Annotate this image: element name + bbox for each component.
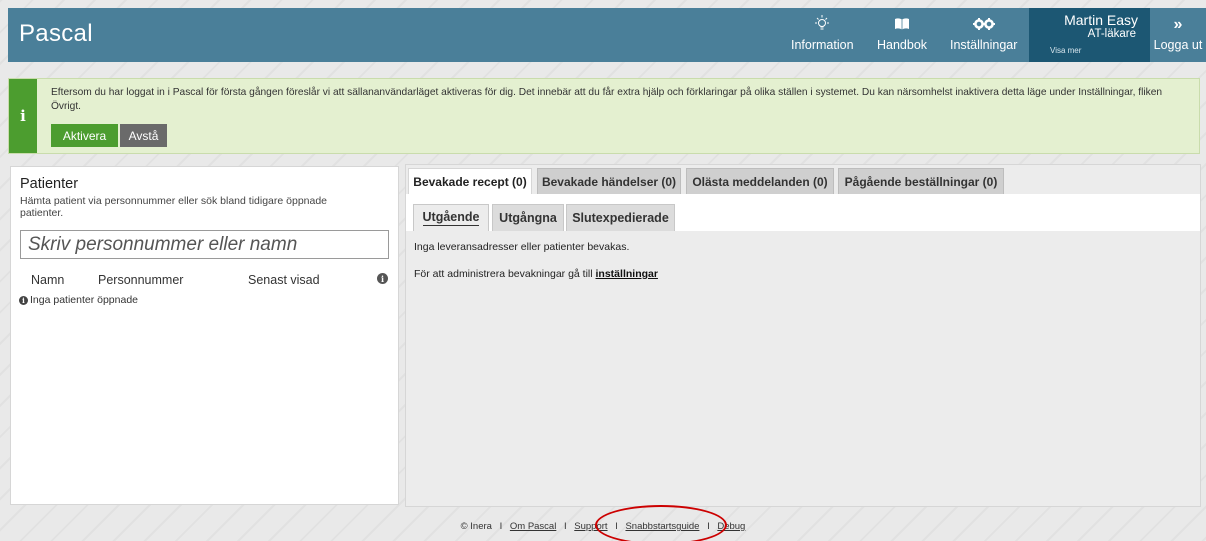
- app-title[interactable]: Pascal: [19, 20, 93, 48]
- nav-information[interactable]: Information: [791, 14, 854, 58]
- monitoring-panel: Bevakade recept (0) Bevakade händelser (…: [405, 164, 1201, 507]
- nav-installningar[interactable]: Inställningar: [950, 14, 1017, 58]
- tab-pagaende-bestallningar[interactable]: Pågående beställningar (0): [838, 168, 1004, 195]
- activate-button[interactable]: Aktivera: [51, 124, 118, 147]
- empty-patients-text: Inga patienter öppnade: [30, 294, 139, 306]
- subtab-slutexpedierade-label: Slutexpedierade: [572, 211, 669, 225]
- user-role: AT-läkare: [1087, 28, 1136, 40]
- decline-button[interactable]: Avstå: [120, 124, 167, 147]
- nav-installningar-label: Inställningar: [950, 38, 1018, 52]
- footer-link-om-pascal[interactable]: Om Pascal: [510, 521, 556, 532]
- user-name: Martin Easy: [1064, 12, 1138, 28]
- logout-button[interactable]: » Logga ut: [1150, 8, 1206, 62]
- banner-text: Eftersom du har loggat in i Pascal för f…: [51, 87, 1163, 112]
- gears-icon: [972, 14, 996, 34]
- subtab-slutexpedierade[interactable]: Slutexpedierade: [566, 204, 675, 231]
- top-header: Pascal Information Handbok Inställningar…: [8, 8, 1206, 62]
- footer-separator: I: [499, 521, 503, 532]
- admin-monitoring-text: För att administrera bevakningar gå till…: [414, 268, 658, 280]
- subtabs: Utgående Utgångna Slutexpedierade: [406, 194, 1200, 231]
- double-chevron-right-icon: »: [1173, 16, 1183, 33]
- patients-description: Hämta patient via personnummer eller sök…: [20, 195, 328, 219]
- info-icon[interactable]: i: [377, 273, 388, 284]
- first-login-banner: i Eftersom du har loggat in i Pascal för…: [8, 78, 1200, 154]
- tab-bevakade-recept[interactable]: Bevakade recept (0): [408, 168, 532, 195]
- tab-olasta-meddelanden[interactable]: Olästa meddelanden (0): [686, 168, 834, 195]
- info-icon: i: [19, 295, 28, 305]
- admin-monitoring-label: För att administrera bevakningar gå till: [414, 268, 593, 280]
- main-tabs: Bevakade recept (0) Bevakade händelser (…: [406, 165, 1200, 195]
- user-show-more[interactable]: Visa mer: [1050, 46, 1081, 55]
- info-icon: i: [9, 79, 37, 153]
- book-icon: [894, 14, 910, 34]
- subtab-utgaende[interactable]: Utgående: [413, 204, 489, 231]
- footer-copyright: © Inera: [460, 521, 492, 532]
- nav-handbok-label: Handbok: [877, 38, 928, 52]
- highlight-annotation: [595, 505, 727, 541]
- lightbulb-icon: [812, 14, 832, 34]
- nav-information-label: Information: [791, 38, 854, 52]
- column-header-name[interactable]: Namn: [31, 273, 64, 287]
- no-monitoring-text: Inga leveransadresser eller patienter be…: [414, 241, 630, 253]
- nav-handbok[interactable]: Handbok: [877, 14, 927, 58]
- patients-title: Patienter: [20, 176, 79, 192]
- settings-link[interactable]: inställningar: [596, 268, 658, 280]
- subtab-utgangna-label: Utgångna: [499, 211, 557, 225]
- user-menu[interactable]: Martin Easy AT-läkare Visa mer: [1029, 8, 1150, 62]
- column-header-last-viewed[interactable]: Senast visad: [248, 273, 320, 287]
- subtab-utgangna[interactable]: Utgångna: [492, 204, 564, 231]
- subtab-utgaende-label: Utgående: [422, 210, 480, 226]
- patient-search-input[interactable]: [20, 230, 389, 259]
- logout-label: Logga ut: [1153, 38, 1203, 52]
- tab-bevakade-handelser[interactable]: Bevakade händelser (0): [537, 168, 681, 195]
- empty-patients-message: i Inga patienter öppnade: [19, 294, 138, 306]
- patients-panel: Patienter Hämta patient via personnummer…: [10, 166, 399, 505]
- footer-separator: I: [563, 521, 567, 532]
- column-header-personnummer[interactable]: Personnummer: [98, 273, 183, 287]
